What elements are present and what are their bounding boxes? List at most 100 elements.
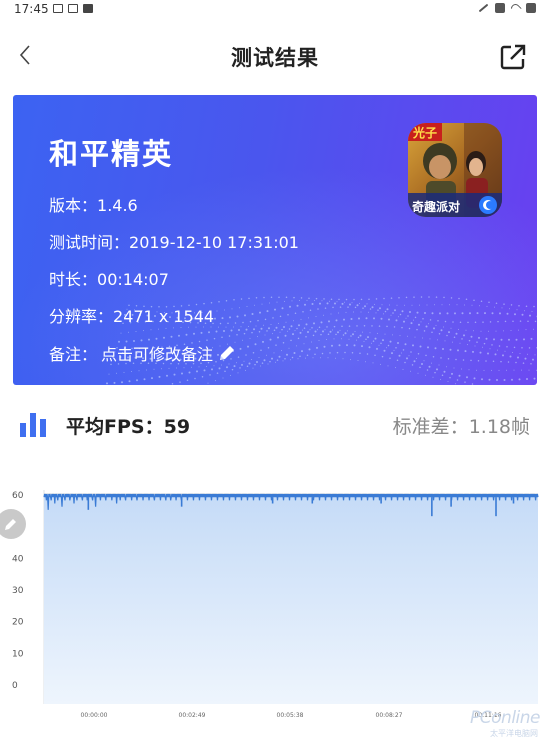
decor-dot [474,321,477,324]
decor-dot [402,349,405,351]
decor-dot [507,361,510,363]
decor-dot [407,315,409,317]
decor-dot [511,378,513,381]
note-edit-button[interactable]: 备注： 点击可修改备注 [49,341,237,365]
decor-dot [255,297,258,299]
decor-dot [449,348,452,351]
decor-dot [263,359,266,362]
decor-dot [366,303,368,305]
decor-dot [272,317,274,319]
decor-dot [243,360,245,362]
decor-dot [424,312,426,314]
decor-dot [318,326,321,329]
decor-dot [503,303,505,305]
decor-dot [332,329,333,331]
decor-dot [476,341,478,343]
status-bar: 17:45 [0,0,550,20]
decor-dot [508,338,510,341]
decor-dot [431,362,432,364]
decor-dot [241,363,243,366]
decor-dot [338,312,339,314]
decor-dot [504,320,507,323]
decor-dot [414,336,416,338]
decor-dot [282,341,285,344]
decor-dot [472,350,474,353]
decor-dot [502,354,504,357]
decor-dot [277,336,279,339]
decor-dot [429,319,432,321]
decor-dot [432,356,435,358]
decor-dot [237,356,240,358]
decor-dot [222,377,224,379]
decor-dot [281,350,282,352]
decor-dot [305,335,307,338]
decor-dot [334,302,336,305]
decor-dot [496,379,498,381]
share-button[interactable] [498,42,528,72]
decor-dot [532,358,534,361]
decor-dot [345,311,347,313]
decor-dot [263,296,265,299]
decor-dot [494,306,495,308]
decor-dot [452,321,454,323]
decor-dot [404,361,406,364]
decor-dot [518,304,520,307]
decor-dot [488,330,489,332]
game-name: 和平精英 [49,137,174,171]
decor-dot [272,333,273,335]
decor-dot [422,317,424,320]
decor-dot [312,357,314,359]
decor-dot [494,353,497,356]
decor-dot [503,330,504,332]
decor-dot [257,319,259,322]
decor-dot [482,346,483,348]
y-tick-label: 0 [12,681,18,691]
decor-dot [513,369,515,371]
decor-dot [155,337,158,340]
fps-chart[interactable]: 0102030405060 00:00:0000:02:4900:05:3800… [0,470,550,742]
decor-dot [312,334,315,337]
decor-dot [420,296,423,298]
decor-dot [356,325,358,327]
decor-dot [369,308,372,310]
test-time-label: 测试时间： [49,233,130,252]
decor-dot [519,320,522,322]
decor-dot [504,350,506,352]
decor-dot [500,338,503,341]
decor-dot [242,339,243,341]
header: 测试结果 [0,30,550,80]
decor-dot [387,344,390,347]
decor-dot [440,357,442,359]
decor-dot [447,381,449,382]
decor-dot [420,321,422,323]
decor-dot [411,304,413,306]
decor-dot [525,305,528,307]
decor-dot [372,340,375,342]
decor-dot [516,309,518,311]
decor-dot [374,337,377,340]
decor-dot [383,349,386,352]
decor-dot [317,329,318,331]
decor-dot [419,304,420,306]
decor-dot [236,333,238,336]
decor-dot [219,322,222,325]
decor-dot [308,348,311,351]
decor-dot [425,325,428,328]
decor-dot [307,331,309,333]
decor-dot [278,355,281,358]
decor-dot [382,339,384,342]
decor-dot [253,328,255,331]
decor-dot [165,327,167,329]
decor-dot [341,302,344,305]
decor-dot [305,323,308,326]
decor-dot [405,296,408,299]
decor-dot [483,369,485,371]
average-fps: 平均FPS：59 [66,412,190,439]
decor-dot [533,305,535,308]
decor-dot [533,328,534,330]
decor-dot [356,304,359,307]
version-label: 版本： [49,196,98,215]
decor-dot [473,299,475,301]
decor-dot [191,366,192,368]
decor-dot [375,298,378,300]
